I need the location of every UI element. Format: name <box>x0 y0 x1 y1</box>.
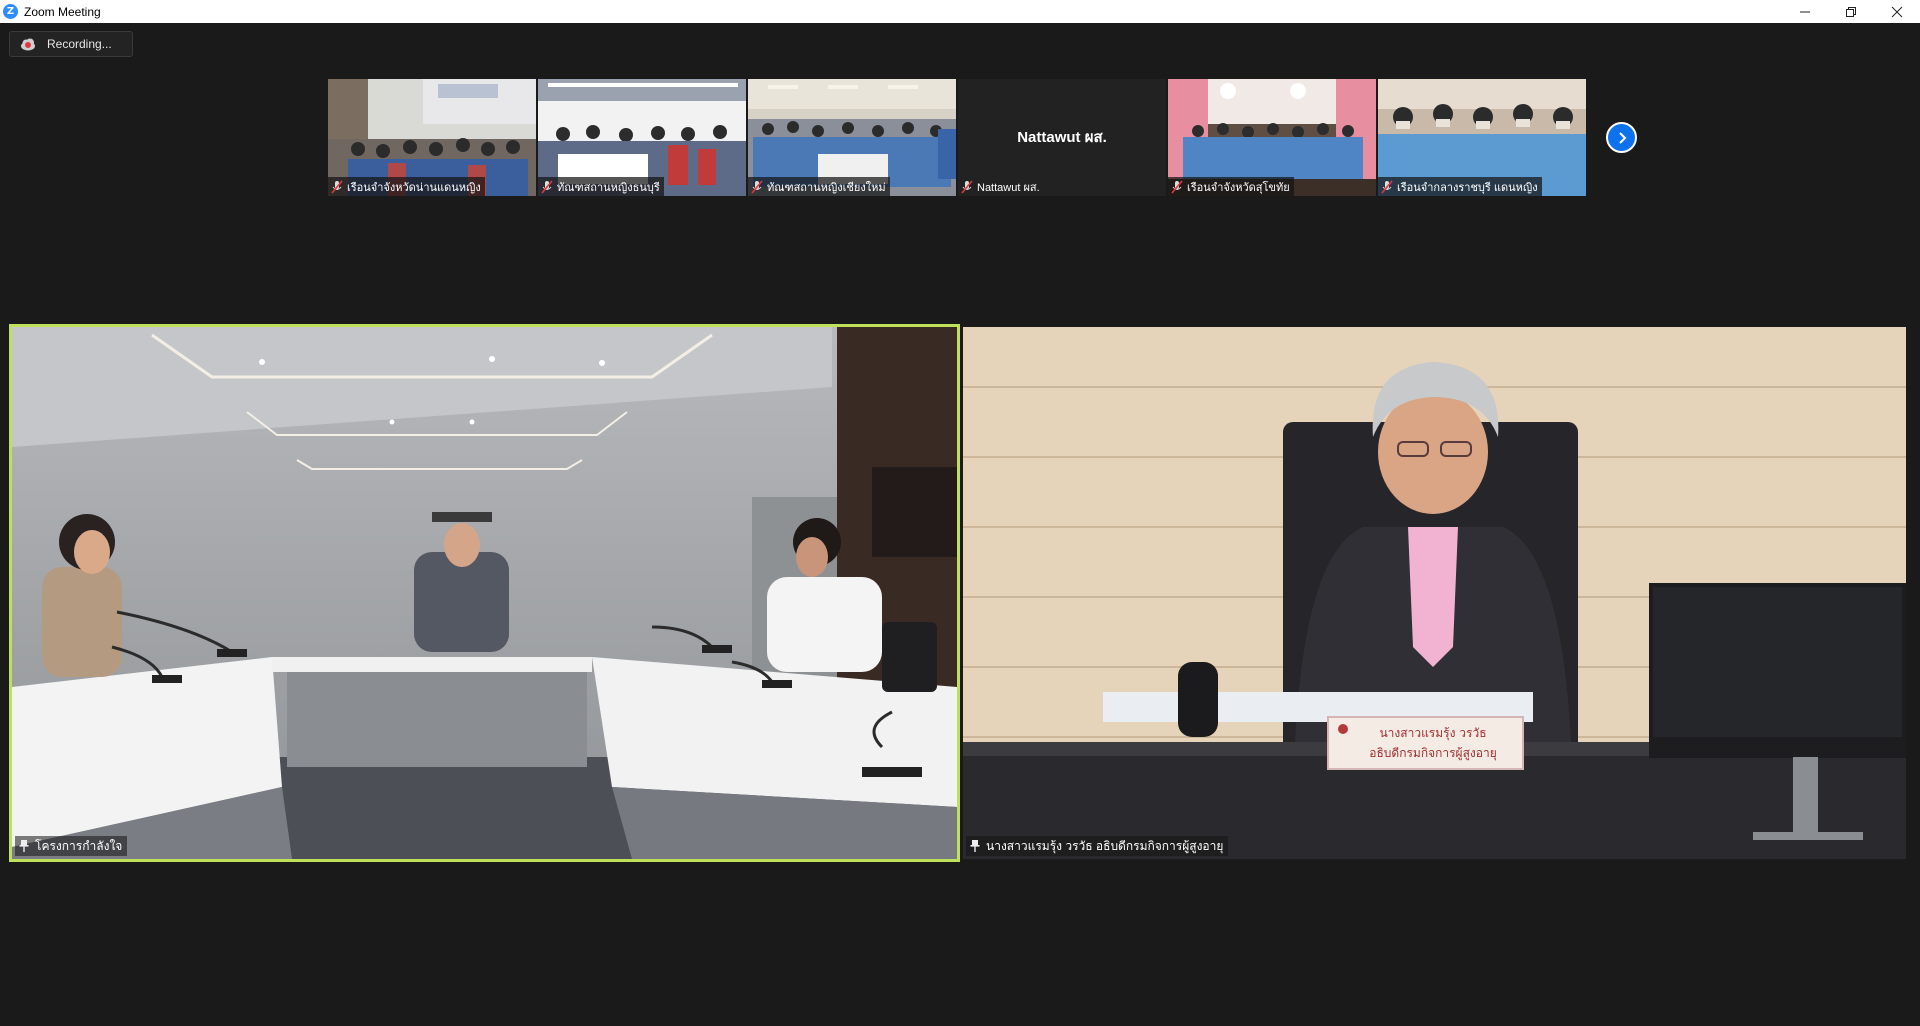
participant-name: เรือนจำกลางราชบุรี แดนหญิง <box>1397 181 1538 194</box>
window-title: Zoom Meeting <box>24 4 101 19</box>
mic-muted-icon <box>1381 179 1393 194</box>
participant-name: ทัณฑสถานหญิงเชียงใหม่ <box>767 181 886 194</box>
thumbnail-label: ทัณฑสถานหญิงธนบุรี <box>538 177 664 196</box>
nameplate-line1: นางสาวแรมรุ้ง วรวัธ <box>1379 726 1486 741</box>
participant-name: เรือนจำจังหวัดสุโขทัย <box>1187 181 1290 194</box>
minimize-button[interactable] <box>1782 0 1828 23</box>
participant-thumbnail[interactable]: ทัณฑสถานหญิงธนบุรี <box>538 79 746 196</box>
nameplate-line2: อธิบดีกรมกิจการผู้สูงอายุ <box>1369 746 1497 761</box>
restore-icon <box>1846 6 1856 17</box>
mic-muted-icon <box>331 179 343 194</box>
tile-name-label: นางสาวแรมรุ้ง วรวัธ อธิบดีกรมกิจการผู้สู… <box>966 836 1229 856</box>
tile-name-label: โครงการกำลังใจ <box>15 836 128 856</box>
recording-indicator[interactable]: Recording... <box>9 31 133 57</box>
participant-name: Nattawut ผส. <box>977 181 1040 194</box>
cloud-recording-icon <box>21 38 35 51</box>
participant-name: ทัณฑสถานหญิงธนบุรี <box>557 181 660 194</box>
participant-name: โครงการกำลังใจ <box>35 838 123 853</box>
thumbnail-label: Nattawut ผส. <box>958 177 1044 196</box>
participant-thumbnail[interactable]: Nattawut ผส. Nattawut ผส. <box>958 79 1166 196</box>
participant-thumbnail[interactable]: เรือนจำกลางราชบุรี แดนหญิง <box>1378 79 1586 196</box>
participant-thumbnail[interactable]: เรือนจำจังหวัดสุโขทัย <box>1168 79 1376 196</box>
thumbnail-label: เรือนจำกลางราชบุรี แดนหญิง <box>1378 177 1542 196</box>
mic-muted-icon <box>1171 179 1183 194</box>
participant-thumbnail[interactable]: ทัณฑสถานหญิงเชียงใหม่ <box>748 79 956 196</box>
mic-muted-icon <box>961 179 973 194</box>
zoom-logo-icon: Z <box>3 4 18 19</box>
window-title-bar: Z Zoom Meeting <box>0 0 1920 23</box>
mic-muted-icon <box>751 179 763 194</box>
chevron-right-icon <box>1618 131 1626 144</box>
participant-thumbnail[interactable]: เรือนจำจังหวัดน่านแดนหญิง <box>328 79 536 196</box>
participant-name: นางสาวแรมรุ้ง วรวัธ อธิบดีกรมกิจการผู้สู… <box>986 838 1224 853</box>
minimize-icon <box>1800 11 1810 12</box>
next-page-button[interactable] <box>1606 122 1637 153</box>
active-speaker-video-tile[interactable]: โครงการกำลังใจ <box>9 324 960 862</box>
close-icon <box>1891 6 1903 17</box>
thumbnail-label: ทัณฑสถานหญิงเชียงใหม่ <box>748 177 890 196</box>
thumbnail-label: เรือนจำจังหวัดน่านแดนหญิง <box>328 177 485 196</box>
participant-thumbnail-strip: เรือนจำจังหวัดน่านแดนหญิง ทัณฑสถานหญิงธน… <box>328 79 1586 196</box>
participant-name-placeholder: Nattawut ผส. <box>1017 129 1107 146</box>
participant-video-tile[interactable]: นางสาวแรมรุ้ง วรวัธ อธิบดีกรมกิจการผู้สู… <box>963 327 1906 859</box>
participant-name: เรือนจำจังหวัดน่านแดนหญิง <box>347 181 481 194</box>
recording-label: Recording... <box>47 37 112 51</box>
close-button[interactable] <box>1874 0 1920 23</box>
thumbnail-label: เรือนจำจังหวัดสุโขทัย <box>1168 177 1294 196</box>
restore-button[interactable] <box>1828 0 1874 23</box>
participant-video: นางสาวแรมรุ้ง วรวัธ อธิบดีกรมกิจการผู้สู… <box>963 327 1906 859</box>
participant-video <box>12 327 957 859</box>
pin-icon <box>19 840 29 852</box>
pin-icon <box>970 840 980 852</box>
mic-muted-icon <box>541 179 553 194</box>
